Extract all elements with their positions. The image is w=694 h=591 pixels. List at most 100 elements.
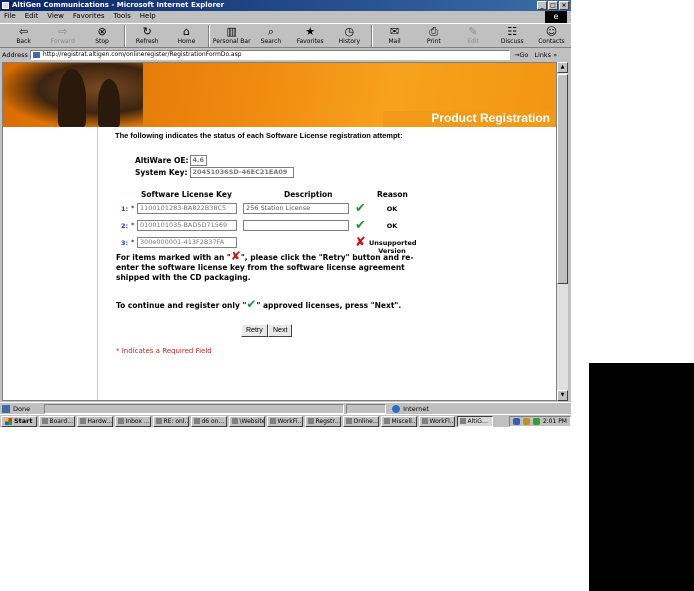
toolbar-forward-button[interactable]: ⇨ Forward <box>43 24 82 48</box>
windows-taskbar: Start Board… Hardw… Inbox … RE: onl… d6 on… \… <box>0 414 571 427</box>
stop-icon: ⊗ <box>97 25 107 38</box>
forward-arrow-icon: ⇨ <box>58 25 68 38</box>
altiware-os-field[interactable]: 4.6 <box>189 155 207 166</box>
toolbar-button-label: Favorites <box>296 38 324 45</box>
license-reason: OK <box>386 222 398 230</box>
next-button[interactable]: Next <box>268 324 293 337</box>
address-input[interactable]: http://registrat.altigen.com/onlineregis… <box>29 50 510 60</box>
toolbar-button-label: History <box>338 38 361 45</box>
taskbar-item-label: WorkFi… <box>277 417 303 425</box>
clock[interactable]: 2:01 PM <box>543 418 567 425</box>
software-license-key-header: Software License Key <box>141 190 232 199</box>
toolbar-stop-button[interactable]: ⊗ Stop <box>82 24 121 48</box>
mail-icon: ✉ <box>389 25 400 38</box>
go-button[interactable]: →Go <box>514 51 528 59</box>
license-row-number: 3: <box>121 239 129 247</box>
toolbar-button-label: Contacts <box>538 38 565 45</box>
vertical-scrollbar[interactable]: ▲ ▼ <box>557 62 568 401</box>
toolbar-favorites-button[interactable]: ★ Favorites <box>291 24 330 48</box>
license-key-field[interactable]: 300e000001-413F2B37FA <box>137 237 237 248</box>
taskbar-item[interactable]: Regstr… <box>304 415 341 427</box>
menu-view[interactable]: View <box>47 11 64 22</box>
toolbar-edit-button[interactable]: ✎ Edit <box>453 24 492 48</box>
toolbar-button-label: Print <box>426 38 441 45</box>
taskbar-item[interactable]: AltiG… <box>456 415 493 427</box>
toolbar-button-label: Refresh <box>135 38 159 45</box>
globe-icon <box>392 404 401 413</box>
toolbar-button-label: Edit <box>467 38 479 45</box>
continue-instructions-text-1: To continue and register only " <box>116 301 247 310</box>
scroll-thumb[interactable] <box>557 74 568 284</box>
black-side-bar <box>589 363 694 591</box>
toolbar-discuss-button[interactable]: ☷ Discuss <box>493 24 532 48</box>
license-description-field[interactable]: 256 Station License <box>243 203 349 214</box>
address-url: http://registrat.altigen.com/onlineregis… <box>42 51 242 58</box>
license-description-field[interactable] <box>243 220 349 231</box>
title-bar: AltiGen Communications - Microsoft Inter… <box>0 0 571 11</box>
start-label: Start <box>14 416 33 425</box>
toolbar-history-button[interactable]: ◷ History <box>330 24 369 48</box>
menu-file[interactable]: File <box>4 11 16 22</box>
menu-tools[interactable]: Tools <box>114 11 131 22</box>
close-button[interactable]: × <box>559 1 569 10</box>
toolbar-mail-button[interactable]: ✉ Mail <box>375 24 414 48</box>
menu-edit[interactable]: Edit <box>25 11 39 22</box>
links-button[interactable]: Links » <box>534 51 557 59</box>
scroll-up-button[interactable]: ▲ <box>557 62 568 73</box>
toolbar-home-button[interactable]: ⌂ Home <box>167 24 206 48</box>
retry-button[interactable]: Retry <box>241 324 268 337</box>
windows-logo-icon <box>5 417 12 425</box>
status-bar: Done Internet <box>0 402 571 414</box>
retry-instructions: For items marked with an "✘", please cli… <box>116 250 416 283</box>
taskbar-item-label: Hardw… <box>87 417 113 425</box>
required-asterisk: * <box>131 221 135 229</box>
address-bar: Address http://registrat.altigen.com/onl… <box>0 49 571 61</box>
taskbar-item[interactable]: Hardw… <box>76 415 113 427</box>
taskbar-item[interactable]: Miscell… <box>380 415 417 427</box>
taskbar-item[interactable]: d6 on… <box>190 415 227 427</box>
taskbar-item[interactable]: Online… <box>342 415 379 427</box>
start-button[interactable]: Start <box>1 415 37 427</box>
refresh-icon: ↻ <box>142 25 152 38</box>
taskbar-item[interactable]: WorkFl… <box>418 415 455 427</box>
license-key-field[interactable]: 0100101035-BAD5D71569 <box>137 220 237 231</box>
left-nav-column <box>3 127 98 400</box>
continue-instructions-text-2: " approved licenses, press "Next". <box>256 301 402 310</box>
taskbar-item-label: d6 on… <box>201 417 225 425</box>
toolbar-separator <box>370 25 373 47</box>
tray-icon[interactable] <box>532 417 540 425</box>
menu-favorites[interactable]: Favorites <box>73 11 105 22</box>
toolbar-search-button[interactable]: ⌕ Search <box>251 24 290 48</box>
menu-help[interactable]: Help <box>140 11 156 22</box>
system-tray: 2:01 PM <box>508 415 571 427</box>
toolbar-button-label: Personal Bar <box>212 38 251 45</box>
toolbar-refresh-button[interactable]: ↻ Refresh <box>128 24 167 48</box>
scroll-down-button[interactable]: ▼ <box>557 390 568 401</box>
toolbar-personal-bar-button[interactable]: ▥ Personal Bar <box>212 24 251 48</box>
toolbar-button-label: Discuss <box>500 38 524 45</box>
maximize-button[interactable]: □ <box>548 1 558 10</box>
minimize-button[interactable]: _ <box>537 1 547 10</box>
taskbar-item[interactable]: RE: onl… <box>152 415 189 427</box>
taskbar-item[interactable]: WorkFi… <box>266 415 303 427</box>
tray-icon[interactable] <box>522 417 530 425</box>
tray-icon[interactable] <box>512 417 520 425</box>
toolbar-button-label: Stop <box>95 38 109 45</box>
taskbar-item[interactable]: Board… <box>38 415 75 427</box>
back-arrow-icon: ⇦ <box>19 25 29 38</box>
browser-window: AltiGen Communications - Microsoft Inter… <box>0 0 571 427</box>
print-icon: ⎙ <box>429 25 439 38</box>
toolbar-print-button[interactable]: ⎙ Print <box>414 24 453 48</box>
standard-toolbar: ⇦ Back ⇨ Forward ⊗ Stop ↻ Refresh ⌂ Home ▥ Personal… <box>0 23 571 48</box>
taskbar-item[interactable]: Inbox … <box>114 415 151 427</box>
green-check-icon: ✔ <box>246 297 257 311</box>
license-key-field[interactable]: 1100101283-BA822B38C5 <box>137 203 237 214</box>
system-key-field[interactable]: 20451036SD-46EC21EA09 <box>189 167 294 178</box>
toolbar-back-button[interactable]: ⇦ Back <box>4 24 43 48</box>
toolbar-separator <box>208 25 211 47</box>
taskbar-item-label: RE: onl… <box>163 417 189 425</box>
toolbar-contacts-button[interactable]: ☺ Contacts <box>532 24 571 48</box>
altiware-os-row: AltiWare OE: 4.6 <box>135 155 207 166</box>
taskbar-item[interactable]: \Website <box>228 415 265 427</box>
address-label: Address <box>2 51 28 59</box>
